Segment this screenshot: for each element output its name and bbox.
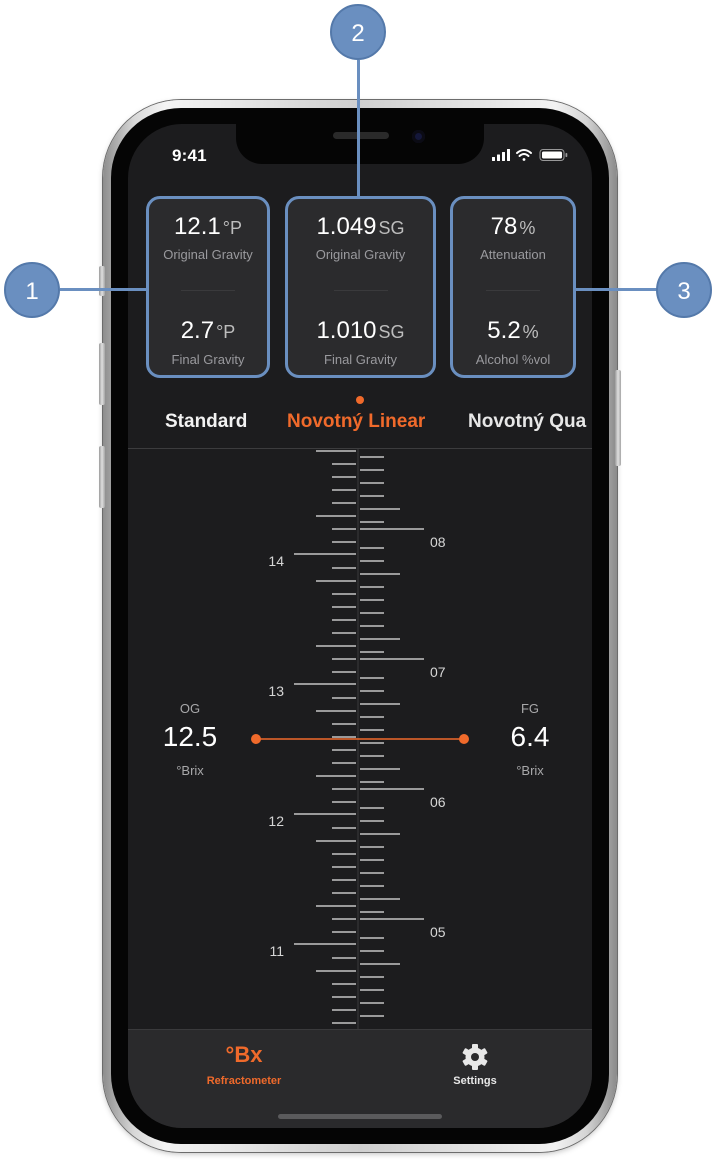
- speaker-grille: [333, 132, 389, 139]
- abv-label: Alcohol %vol: [475, 352, 551, 367]
- fg-scale-label: 06: [430, 794, 446, 810]
- tab-standard[interactable]: Standard: [165, 411, 247, 433]
- og-plato-label: Original Gravity: [163, 247, 253, 262]
- active-method-indicator: [356, 396, 364, 404]
- og-scale-label: 14: [268, 553, 284, 569]
- og-handle: [251, 734, 261, 744]
- volume-down-button: [99, 446, 105, 508]
- fg-unit: °Brix: [516, 763, 544, 778]
- abv-value: 5.2%: [487, 317, 539, 344]
- fg-plato-label: Final Gravity: [171, 352, 245, 367]
- brix-icon: °Bx: [225, 1042, 263, 1067]
- tab-settings-label: Settings: [453, 1075, 497, 1087]
- fg-plato-value: 2.7 °P: [180, 317, 236, 344]
- fg-scale-label: 07: [430, 664, 446, 680]
- status-icons: [492, 149, 568, 161]
- silent-switch: [99, 266, 105, 296]
- callout-1-line: [60, 288, 148, 291]
- card-divider: [486, 290, 540, 291]
- attenuation-card: 78% Attenuation 5.2% Alcohol %vol: [450, 196, 576, 378]
- callout-3: 3: [656, 262, 712, 318]
- attenuation-value: 78%: [490, 213, 536, 240]
- home-indicator: [278, 1114, 442, 1119]
- notch: [236, 124, 484, 164]
- og-label: OG: [179, 701, 201, 716]
- cellular-signal-icon: [492, 149, 510, 161]
- tab-refractometer-label: Refractometer: [206, 1075, 282, 1087]
- og-sg-value: 1.049 SG: [316, 213, 405, 240]
- og-sg-label: Original Gravity: [315, 247, 406, 262]
- fg-value: 6.4: [510, 721, 550, 752]
- battery-icon: [539, 149, 568, 161]
- fg-sg-label: Final Gravity: [324, 352, 397, 367]
- status-time: 9:41: [172, 146, 207, 165]
- callout-3-line: [576, 288, 662, 291]
- fg-scale-label: 05: [430, 924, 446, 940]
- og-value: 12.5: [162, 721, 218, 752]
- callout-2-line: [357, 60, 360, 198]
- card-divider: [181, 290, 235, 291]
- tab-novotny-linear[interactable]: Novotný Linear: [287, 411, 425, 433]
- callout-1: 1: [4, 262, 60, 318]
- tab-settings[interactable]: Settings: [405, 1040, 545, 1087]
- tab-novotny-quadratic[interactable]: Novotný Qua: [468, 411, 586, 433]
- fg-label: FG: [520, 701, 540, 716]
- front-camera: [412, 130, 425, 143]
- wifi-icon: [516, 149, 532, 161]
- callout-2: 2: [330, 4, 386, 60]
- sg-card: 1.049 SG Original Gravity 1.010 SG Final G…: [285, 196, 436, 378]
- og-unit: °Brix: [176, 763, 204, 778]
- fg-sg-value: 1.010 SG: [316, 317, 405, 344]
- gear-icon: [405, 1040, 545, 1070]
- og-scale-label: 11: [269, 943, 284, 959]
- tab-bar: °Bx Refractometer Settings: [128, 1029, 592, 1128]
- refractometer-scale[interactable]: 14 13 12 11 08 07 06 05 OG 12.5 °Brix FG 6.4 °B…: [128, 449, 592, 1029]
- card-divider: [333, 290, 388, 291]
- tab-refractometer[interactable]: °Bx Refractometer: [174, 1040, 314, 1087]
- og-scale-label: 13: [268, 683, 284, 699]
- app-screen: 9:41 12.1 °P Original Gravity 2.7 °P Final…: [128, 124, 592, 1128]
- fg-handle: [459, 734, 469, 744]
- attenuation-label: Attenuation: [480, 247, 546, 262]
- power-button: [615, 370, 621, 466]
- og-plato-value: 12.1 °P: [174, 213, 242, 240]
- plato-card: 12.1 °P Original Gravity 2.7 °P Final Grav…: [146, 196, 270, 378]
- volume-up-button: [99, 343, 105, 405]
- fg-scale-label: 08: [430, 534, 446, 550]
- og-scale-label: 12: [268, 813, 284, 829]
